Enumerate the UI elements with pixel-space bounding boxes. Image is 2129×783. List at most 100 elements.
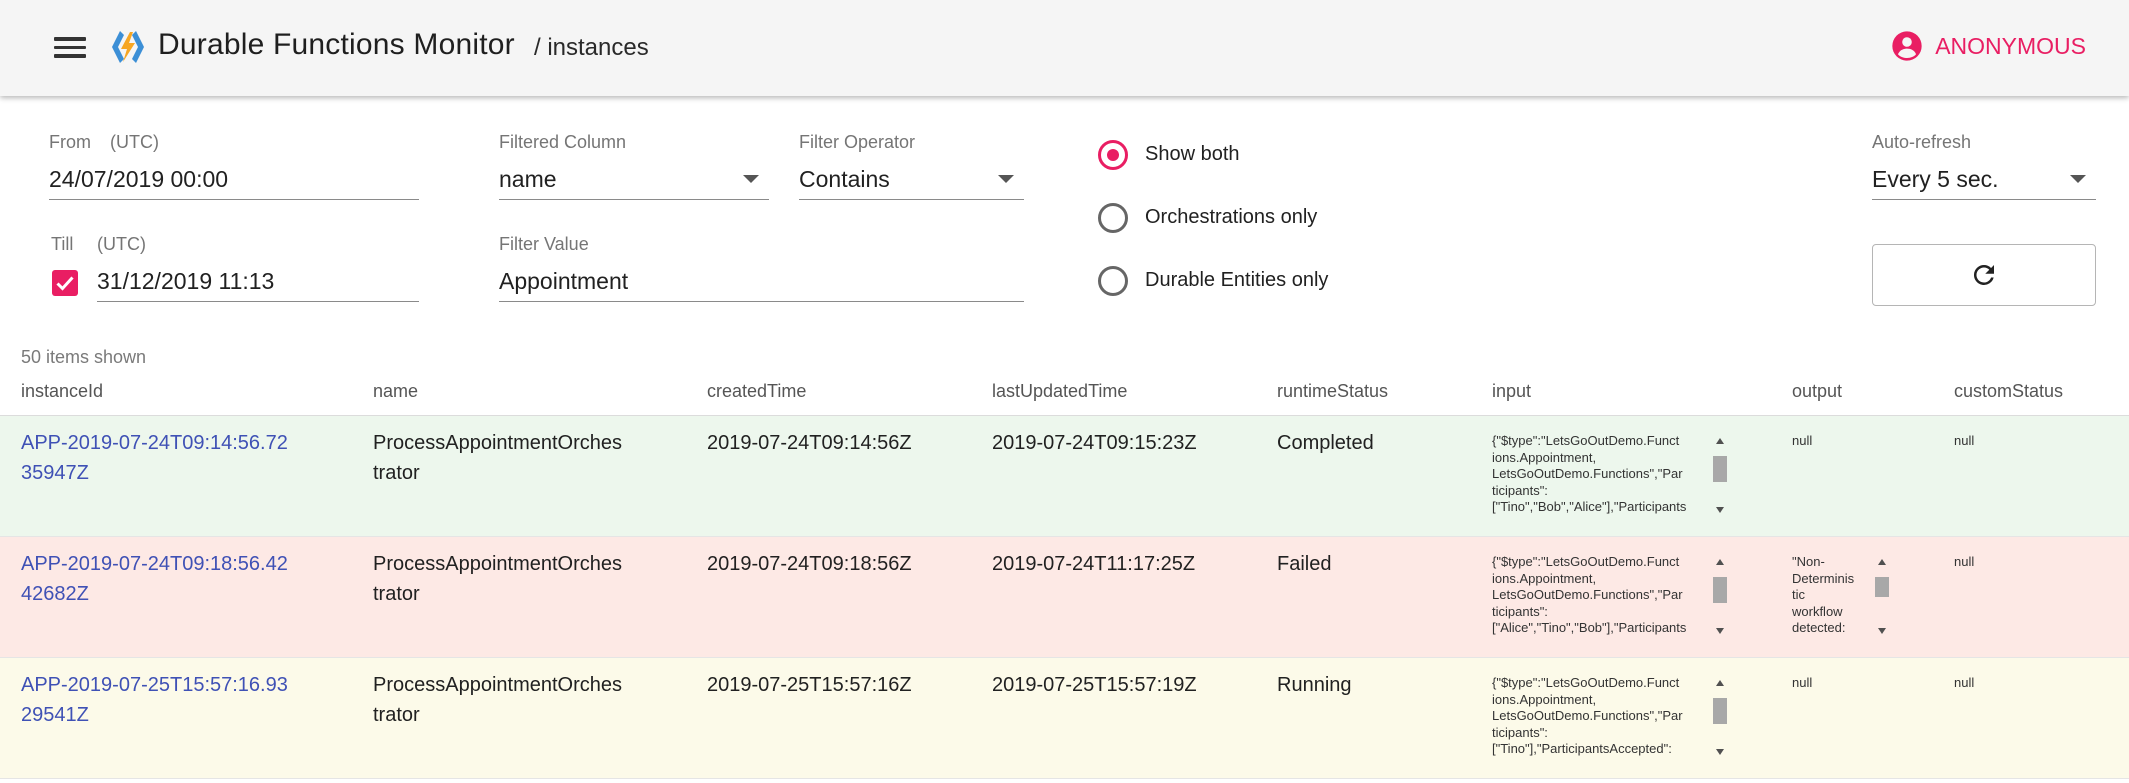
name-line: trator bbox=[373, 462, 420, 484]
name-line: ProcessAppointmentOrches bbox=[373, 674, 623, 696]
col-header-runtimestatus[interactable]: runtimeStatus bbox=[1277, 381, 1388, 402]
scroll-thumb[interactable] bbox=[1875, 577, 1889, 597]
scroll-down-arrow-icon[interactable] bbox=[1716, 749, 1724, 755]
scroll-up-arrow-icon[interactable] bbox=[1716, 680, 1724, 686]
input-line: LetsGoOutDemo.Functions","Par bbox=[1492, 708, 1683, 723]
from-label: From bbox=[49, 132, 91, 152]
last-updated-time: 2019-07-24T09:15:23Z bbox=[992, 432, 1197, 454]
input-line: ions.Appointment, bbox=[1492, 570, 1597, 586]
name-line: trator bbox=[373, 583, 420, 605]
instance-id-link[interactable]: APP-2019-07-24T09:14:56.72 35947Z bbox=[21, 428, 288, 488]
instance-id-line: 35947Z bbox=[21, 462, 89, 484]
runtime-status: Running bbox=[1277, 674, 1352, 696]
created-time: 2019-07-25T15:57:16Z bbox=[707, 674, 912, 696]
scroll-up-arrow-icon[interactable] bbox=[1716, 438, 1724, 444]
scroll-up-arrow-icon[interactable] bbox=[1716, 559, 1724, 565]
custom-status-value: null bbox=[1954, 433, 1975, 448]
name-line: ProcessAppointmentOrches bbox=[373, 432, 623, 454]
from-date-value: 24/07/2019 00:00 bbox=[49, 166, 229, 192]
input-line: ["Tino","Bob","Alice"],"Participants bbox=[1492, 499, 1687, 514]
col-header-input[interactable]: input bbox=[1492, 381, 1531, 402]
scroll-up-arrow-icon[interactable] bbox=[1878, 559, 1886, 565]
radio-show-both[interactable] bbox=[1098, 140, 1128, 170]
instance-name: ProcessAppointmentOrches trator bbox=[373, 428, 622, 488]
filter-operator-label: Filter Operator bbox=[799, 132, 916, 152]
refresh-button[interactable] bbox=[1872, 244, 2096, 306]
input-line: ticipants": bbox=[1492, 724, 1548, 740]
scroll-thumb[interactable] bbox=[1713, 698, 1727, 724]
dropdown-arrow-icon bbox=[743, 175, 759, 183]
instance-id-line: APP-2019-07-25T15:57:16.93 bbox=[21, 674, 288, 696]
input-scrollbar[interactable] bbox=[1711, 554, 1729, 638]
auto-refresh-select[interactable]: Every 5 sec. bbox=[1872, 166, 2096, 200]
instance-name: ProcessAppointmentOrches trator bbox=[373, 670, 622, 730]
last-updated-time: 2019-07-24T11:17:25Z bbox=[992, 553, 1196, 575]
output-scrollbar[interactable] bbox=[1873, 554, 1891, 638]
radio-show-both-label: Show both bbox=[1145, 143, 1240, 165]
output-value: null bbox=[1792, 675, 1813, 690]
filter-operator-value: Contains bbox=[799, 166, 890, 192]
input-textarea[interactable]: {"$type":"LetsGoOutDemo.Funct ions.Appoi… bbox=[1492, 433, 1732, 517]
input-scrollbar[interactable] bbox=[1711, 675, 1729, 759]
from-tz-label: (UTC) bbox=[110, 132, 159, 152]
filtered-column-select[interactable]: name bbox=[499, 166, 769, 200]
scroll-down-arrow-icon[interactable] bbox=[1878, 628, 1886, 634]
from-date-input[interactable]: 24/07/2019 00:00 bbox=[49, 166, 419, 200]
input-line: ["Alice","Tino","Bob"],"Participants bbox=[1492, 620, 1687, 635]
col-header-createdtime[interactable]: createdTime bbox=[707, 381, 806, 402]
auto-refresh-label: Auto-refresh bbox=[1872, 132, 1972, 152]
input-textarea[interactable]: {"$type":"LetsGoOutDemo.Funct ions.Appoi… bbox=[1492, 675, 1732, 759]
created-time: 2019-07-24T09:14:56Z bbox=[707, 432, 912, 454]
dropdown-arrow-icon bbox=[998, 175, 1014, 183]
account-circle-icon bbox=[1892, 31, 1922, 61]
filter-operator-select[interactable]: Contains bbox=[799, 166, 1024, 200]
instance-id-line: 42682Z bbox=[21, 583, 89, 605]
name-line: trator bbox=[373, 704, 420, 726]
col-header-name[interactable]: name bbox=[373, 381, 418, 402]
filter-value-text: Appointment bbox=[499, 268, 629, 294]
table-row: APP-2019-07-24T09:14:56.72 35947Z Proces… bbox=[0, 416, 2129, 537]
scroll-thumb[interactable] bbox=[1713, 577, 1727, 603]
custom-status-value: null bbox=[1954, 675, 1975, 690]
dropdown-arrow-icon bbox=[2070, 175, 2086, 183]
hamburger-menu-icon[interactable] bbox=[52, 32, 88, 64]
input-line: {"$type":"LetsGoOutDemo.Funct bbox=[1492, 433, 1680, 448]
input-line: ticipants": bbox=[1492, 482, 1548, 498]
custom-status-value: null bbox=[1954, 554, 1975, 569]
input-textarea[interactable]: {"$type":"LetsGoOutDemo.Funct ions.Appoi… bbox=[1492, 554, 1732, 638]
azure-functions-logo bbox=[112, 31, 144, 63]
col-header-lastupdatedtime[interactable]: lastUpdatedTime bbox=[992, 381, 1127, 402]
instance-id-link[interactable]: APP-2019-07-24T09:18:56.42 42682Z bbox=[21, 549, 288, 609]
app-title: Durable Functions Monitor bbox=[158, 28, 515, 61]
filter-value-input[interactable]: Appointment bbox=[499, 268, 1024, 302]
created-time: 2019-07-24T09:18:56Z bbox=[707, 553, 912, 575]
input-line: ticipants": bbox=[1492, 603, 1548, 619]
till-date-input[interactable]: 31/12/2019 11:13 bbox=[97, 268, 419, 302]
radio-entities-only[interactable] bbox=[1098, 266, 1128, 296]
instance-id-line: APP-2019-07-24T09:14:56.72 bbox=[21, 432, 288, 454]
checkmark-icon bbox=[56, 276, 74, 291]
instance-name: ProcessAppointmentOrches trator bbox=[373, 549, 622, 609]
user-menu[interactable]: ANONYMOUS bbox=[1891, 30, 2086, 62]
till-checkbox[interactable] bbox=[52, 270, 78, 296]
radio-entities-only-label: Durable Entities only bbox=[1145, 269, 1329, 291]
col-header-instanceid[interactable]: instanceId bbox=[21, 381, 103, 402]
input-line: {"$type":"LetsGoOutDemo.Funct bbox=[1492, 554, 1680, 569]
input-line: LetsGoOutDemo.Functions","Par bbox=[1492, 587, 1683, 602]
input-line: LetsGoOutDemo.Functions","Par bbox=[1492, 466, 1683, 481]
breadcrumb: / instances bbox=[534, 34, 649, 61]
input-scrollbar[interactable] bbox=[1711, 433, 1729, 517]
radio-orchestrations-only[interactable] bbox=[1098, 203, 1128, 233]
scroll-down-arrow-icon[interactable] bbox=[1716, 507, 1724, 513]
col-header-customstatus[interactable]: customStatus bbox=[1954, 381, 2063, 402]
input-line: ions.Appointment, bbox=[1492, 691, 1597, 707]
col-header-output[interactable]: output bbox=[1792, 381, 1842, 402]
scroll-thumb[interactable] bbox=[1713, 456, 1727, 482]
output-value: null bbox=[1792, 433, 1813, 448]
table-row: APP-2019-07-24T09:18:56.42 42682Z Proces… bbox=[0, 537, 2129, 658]
input-line: ["Tino"],"ParticipantsAccepted": bbox=[1492, 741, 1672, 756]
instance-id-link[interactable]: APP-2019-07-25T15:57:16.93 29541Z bbox=[21, 670, 288, 730]
auto-refresh-value: Every 5 sec. bbox=[1872, 166, 1999, 192]
filter-value-label: Filter Value bbox=[499, 234, 589, 254]
scroll-down-arrow-icon[interactable] bbox=[1716, 628, 1724, 634]
